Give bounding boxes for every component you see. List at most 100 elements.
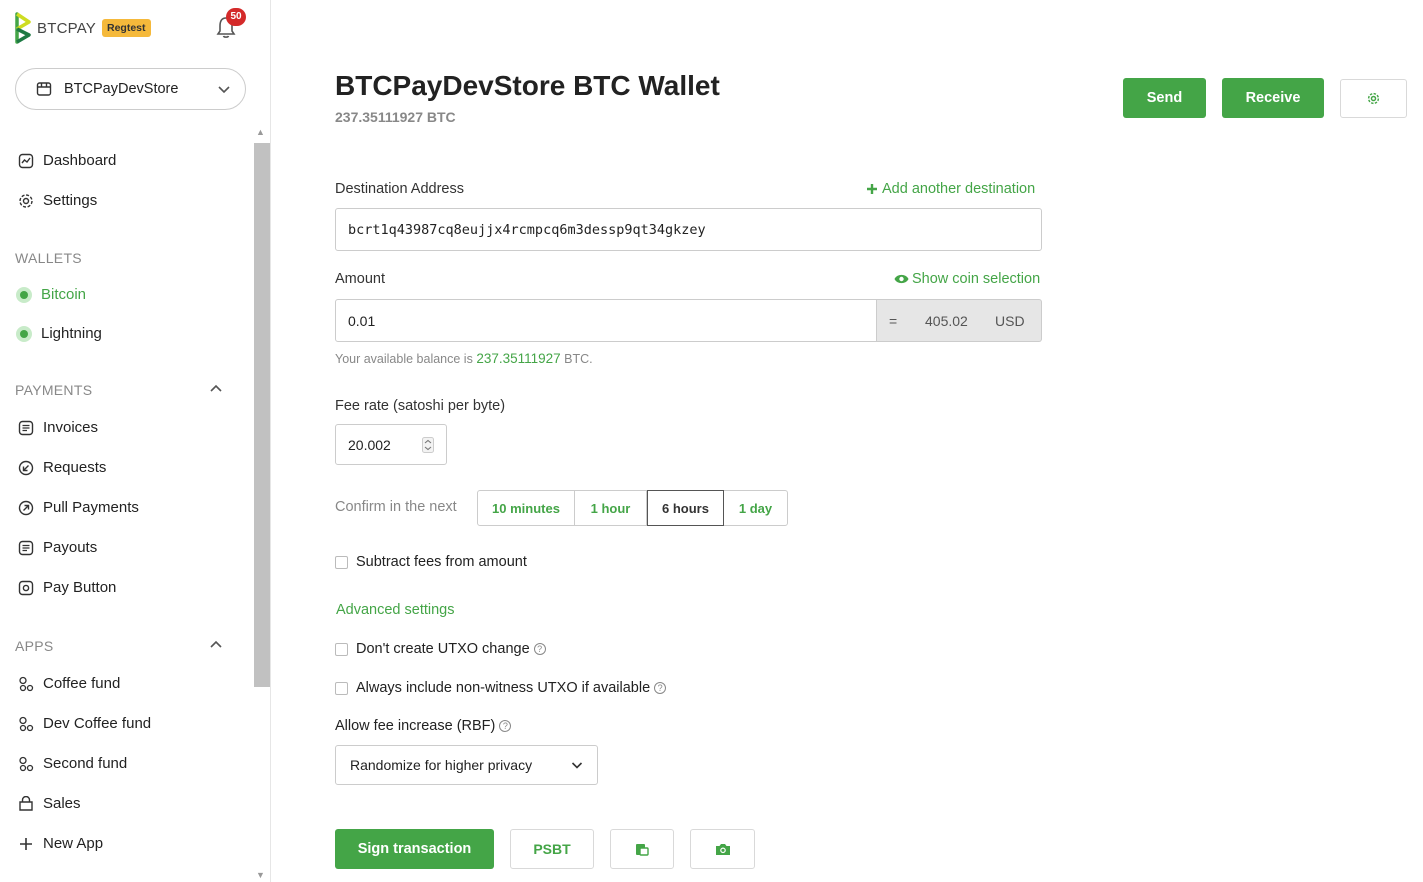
available-balance-link[interactable]: 237.35111927 <box>476 351 560 366</box>
scroll-up-arrow[interactable]: ▲ <box>256 127 265 137</box>
destination-address-input[interactable]: bcrt1q43987cq8eujjx4rcmpcq6m3dessp9qt34g… <box>335 208 1042 251</box>
rbf-label-row: Allow fee increase (RBF) ? <box>335 718 512 734</box>
sign-transaction-button[interactable]: Sign transaction <box>335 829 494 869</box>
paste-button[interactable] <box>610 829 674 869</box>
scan-qr-button[interactable] <box>690 829 755 869</box>
amount-input[interactable]: 0.01 <box>335 299 877 342</box>
store-selector[interactable]: BTCPayDevStore <box>15 68 246 110</box>
confirmation-target-group: 10 minutes 1 hour 6 hours 1 day <box>477 490 788 526</box>
sidebar-item-label: Coffee fund <box>43 675 121 692</box>
advanced-settings-link[interactable]: Advanced settings <box>336 602 455 618</box>
receive-button[interactable]: Receive <box>1222 78 1324 118</box>
sidebar-item-dashboard[interactable]: Dashboard <box>18 152 116 169</box>
destination-label: Destination Address <box>335 181 464 197</box>
pull-payment-icon <box>18 500 34 515</box>
section-label-wallets: WALLETS <box>15 250 82 266</box>
amount-value: 0.01 <box>348 312 376 329</box>
paste-icon <box>636 844 649 856</box>
no-change-checkbox[interactable]: Don't create UTXO change ? <box>335 641 546 657</box>
confirm-option-1-day[interactable]: 1 day <box>724 491 787 525</box>
non-witness-utxo-checkbox[interactable]: Always include non-witness UTXO if avail… <box>335 680 667 696</box>
sidebar-item-coffee-fund[interactable]: Coffee fund <box>18 675 120 692</box>
chevron-down-icon <box>218 86 230 94</box>
sidebar-item-invoices[interactable]: Invoices <box>18 419 98 436</box>
balance-suffix: BTC. <box>564 352 593 366</box>
sidebar-item-label: Second fund <box>43 755 128 772</box>
chevron-up-icon[interactable] <box>209 638 223 652</box>
invoice-icon <box>18 420 34 435</box>
sidebar-item-label: New App <box>43 835 104 852</box>
confirm-option-1-hour[interactable]: 1 hour <box>575 491 647 525</box>
status-dot-icon <box>16 286 32 303</box>
sidebar-item-sales[interactable]: Sales <box>18 795 81 812</box>
btcpay-logo-icon <box>15 12 31 44</box>
sidebar-item-pay-button[interactable]: Pay Button <box>18 579 116 596</box>
equals-sign: = <box>889 312 898 329</box>
eye-icon <box>894 274 909 284</box>
sidebar-item-second-fund[interactable]: Second fund <box>18 755 127 772</box>
sidebar-item-payouts[interactable]: Payouts <box>18 539 97 556</box>
sidebar-item-bitcoin[interactable]: Bitcoin <box>16 286 86 303</box>
sidebar-item-label: Settings <box>43 192 98 209</box>
wallet-settings-button[interactable] <box>1340 79 1407 118</box>
sidebar-item-label: Dashboard <box>43 152 117 169</box>
request-icon <box>18 460 34 475</box>
balance-prefix: Your available balance is <box>335 352 473 366</box>
notification-count-badge[interactable]: 50 <box>226 8 246 26</box>
sidebar-item-label: Pay Button <box>43 579 117 596</box>
wallet-balance: 237.35111927 BTC <box>335 109 456 125</box>
fiat-currency: USD <box>995 312 1025 329</box>
confirm-option-10-minutes[interactable]: 10 minutes <box>478 491 575 525</box>
show-coin-selection-label: Show coin selection <box>912 271 1041 287</box>
sidebar-item-label: Invoices <box>43 419 99 436</box>
rbf-select[interactable]: Randomize for higher privacy <box>335 745 598 785</box>
checkbox[interactable] <box>335 555 348 569</box>
chevron-up-icon[interactable] <box>209 382 223 396</box>
rbf-label: Allow fee increase (RBF) <box>335 718 496 734</box>
crowdfund-icon <box>19 716 34 731</box>
fiat-value: 405.02 <box>925 312 968 329</box>
payouts-icon <box>18 540 34 555</box>
sidebar-item-requests[interactable]: Requests <box>18 459 106 476</box>
sidebar-item-label: Payouts <box>43 539 98 556</box>
gear-icon <box>1367 92 1380 105</box>
page-title: BTCPayDevStore BTC Wallet <box>335 70 720 101</box>
brand-name: BTCPAY <box>37 19 96 37</box>
sidebar-item-label: Pull Payments <box>43 499 139 516</box>
stepper-icon[interactable] <box>422 436 434 453</box>
show-coin-selection-link[interactable]: Show coin selection <box>894 271 1040 287</box>
advanced-settings-label: Advanced settings <box>336 602 455 618</box>
sidebar-item-pull-payments[interactable]: Pull Payments <box>18 499 139 516</box>
sidebar-item-label: Lightning <box>41 325 102 342</box>
fee-rate-input[interactable]: 20.002 <box>335 424 447 465</box>
help-icon[interactable]: ? <box>533 643 546 655</box>
network-badge: Regtest <box>102 19 151 37</box>
sidebar-item-label: Requests <box>43 459 107 476</box>
sidebar-item-dev-coffee-fund[interactable]: Dev Coffee fund <box>18 715 151 732</box>
scroll-down-arrow[interactable]: ▼ <box>256 870 265 880</box>
sidebar-item-new-app[interactable]: New App <box>18 835 103 852</box>
confirm-option-6-hours[interactable]: 6 hours <box>647 490 724 526</box>
destination-address-value: bcrt1q43987cq8eujjx4rcmpcq6m3dessp9qt34g… <box>348 221 706 238</box>
help-icon[interactable]: ? <box>499 720 512 732</box>
subtract-fees-checkbox[interactable]: Subtract fees from amount <box>335 554 527 570</box>
available-balance-text: Your available balance is 237.35111927 B… <box>335 351 593 366</box>
plus-icon <box>867 184 877 194</box>
psbt-button[interactable]: PSBT <box>510 829 594 869</box>
sidebar-item-settings[interactable]: Settings <box>18 192 97 209</box>
sidebar-item-lightning[interactable]: Lightning <box>16 325 102 342</box>
sidebar: BTCPAY Regtest 50 BTCPayDevStore ▲ ▼ Das… <box>0 0 271 882</box>
checkbox[interactable] <box>335 642 348 656</box>
chevron-down-icon <box>571 762 583 769</box>
send-button[interactable]: Send <box>1123 78 1206 118</box>
checkbox[interactable] <box>335 681 348 695</box>
brand-logo[interactable]: BTCPAY Regtest <box>15 12 151 44</box>
crowdfund-icon <box>19 676 34 691</box>
sidebar-scrollbar[interactable] <box>254 143 270 687</box>
sidebar-item-label: Dev Coffee fund <box>43 715 152 732</box>
camera-icon <box>715 844 730 855</box>
confirm-in-label: Confirm in the next <box>335 499 457 515</box>
help-icon[interactable]: ? <box>654 682 667 694</box>
add-destination-link[interactable]: Add another destination <box>866 181 1035 197</box>
store-icon <box>36 82 52 96</box>
